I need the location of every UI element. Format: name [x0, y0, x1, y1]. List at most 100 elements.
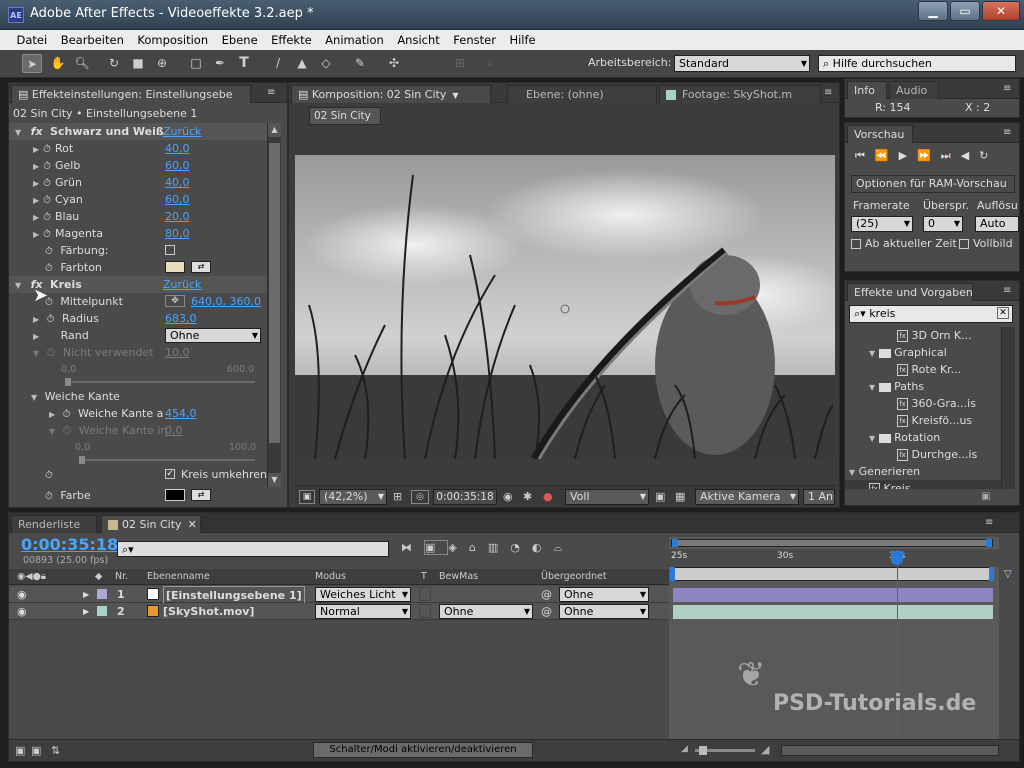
preserve-transparency-box[interactable]: [419, 604, 431, 618]
comp-marker-icon[interactable]: ▽: [1004, 569, 1012, 580]
eye-icon[interactable]: ◉: [17, 586, 27, 603]
tab-footage[interactable]: Footage: SkyShot.m: [659, 85, 821, 103]
stopwatch-icon[interactable]: ⏱: [45, 263, 53, 274]
show-snapshot-icon[interactable]: ✱: [523, 490, 532, 503]
stopwatch-icon[interactable]: ⏱: [63, 409, 71, 420]
stopwatch-icon[interactable]: ⏱: [45, 491, 53, 502]
stopwatch-icon[interactable]: ⏱: [45, 246, 53, 257]
stopwatch-icon[interactable]: ⏱: [45, 470, 53, 481]
transparency-grid-icon[interactable]: ▦: [675, 490, 685, 503]
fx-tree-item[interactable]: fx Kreis: [845, 480, 1001, 489]
tab-effekte-vorgaben[interactable]: Effekte und Vorgaben: [847, 283, 973, 301]
fx-tree-item[interactable]: fx 360-Gra...is: [845, 395, 1001, 412]
text-tool-icon[interactable]: T: [234, 54, 254, 73]
menu-fenster[interactable]: Fenster: [448, 30, 501, 50]
timeline-hscroll[interactable]: [781, 745, 999, 756]
preserve-transparency-box[interactable]: [419, 587, 431, 601]
resolution-select[interactable]: Voll ▼: [565, 489, 649, 505]
expand-triangle-icon[interactable]: ▼: [31, 393, 37, 402]
new-preset-icon[interactable]: ▣: [981, 491, 990, 502]
selection-tool-icon[interactable]: ➤: [22, 54, 42, 73]
stopwatch-icon[interactable]: ⏱: [43, 229, 51, 240]
fx-tree-item[interactable]: ▼ Generieren: [845, 463, 1001, 480]
panel-menu-icon[interactable]: ≡: [1003, 83, 1017, 95]
zoom-out-icon[interactable]: ◢: [681, 744, 688, 754]
menu-hilfe[interactable]: Hilfe: [504, 30, 540, 50]
views-select[interactable]: 1 Ans: [803, 489, 835, 505]
close-icon[interactable]: ✕: [188, 518, 197, 531]
stopwatch-icon[interactable]: ⏱: [43, 161, 51, 172]
stopwatch-icon[interactable]: ⏱: [43, 195, 51, 206]
nav-start-handle[interactable]: [670, 567, 675, 581]
fx-tree-item[interactable]: ▼ Paths: [845, 378, 1001, 395]
expand-triangle-icon[interactable]: ▼: [869, 349, 875, 358]
eraser-tool-icon[interactable]: ◇: [316, 54, 336, 73]
eyedropper-icon[interactable]: ⇄: [191, 489, 211, 501]
tab-layer[interactable]: Ebene: (ohne): [507, 85, 657, 103]
expand-triangle-icon[interactable]: ▼: [15, 281, 21, 290]
camera-select[interactable]: Aktive Kamera ▼: [695, 489, 799, 505]
expand-triangle-icon[interactable]: ▼: [33, 349, 39, 358]
layer-row[interactable]: ◉ ▶ 2 [SkyShot.mov] Normal ▼ Ohne ▼ @ Ohne ▼: [9, 603, 669, 620]
menu-bearbeiten[interactable]: Bearbeiten: [56, 30, 129, 50]
panel-menu-icon[interactable]: ≡: [1003, 285, 1017, 297]
panel-menu-icon[interactable]: ≡: [267, 87, 281, 99]
parent-select[interactable]: Ohne ▼: [559, 604, 649, 619]
menu-animation[interactable]: Animation: [320, 30, 389, 50]
mask-visibility-icon[interactable]: ◎: [411, 490, 429, 504]
tab-timeline-comp[interactable]: 02 Sin City ✕: [101, 515, 201, 533]
comp-viewer[interactable]: [295, 155, 845, 462]
expand-triangle-icon[interactable]: ▶: [33, 213, 39, 222]
zoom-select[interactable]: (42,2%) ▼: [319, 489, 387, 505]
scroll-down-icon[interactable]: ▼: [268, 473, 281, 487]
param-value[interactable]: 40,0: [165, 140, 190, 157]
expand-triangle-icon[interactable]: ▼: [869, 434, 875, 443]
current-time-display[interactable]: 0:00:35:18: [433, 489, 497, 505]
track-matte-select[interactable]: Ohne ▼: [439, 604, 533, 619]
expand-triangle-icon[interactable]: ▼: [49, 427, 55, 436]
stopwatch-icon[interactable]: ⏱: [43, 178, 51, 189]
zoom-tool-icon[interactable]: 🔍︎: [72, 54, 92, 73]
expand-triangle-icon[interactable]: ▶: [83, 586, 89, 603]
expand-triangle-icon[interactable]: ▼: [869, 383, 875, 392]
panel-menu-icon[interactable]: ≡: [985, 517, 999, 529]
nav-end-handle[interactable]: [989, 567, 994, 581]
blend-mode-select[interactable]: Weiches Licht ▼: [315, 587, 411, 602]
playhead-handle[interactable]: [891, 551, 903, 565]
prev-frame-icon[interactable]: ⏪: [875, 149, 899, 162]
fx-tree-item[interactable]: ▼ Rotation: [845, 429, 1001, 446]
expand-triangle-icon[interactable]: ▶: [33, 332, 39, 341]
timeline-zoom-slider[interactable]: [695, 746, 755, 755]
hand-tool-icon[interactable]: ✋: [48, 54, 68, 73]
fx-tree-item[interactable]: fx Durchge...is: [845, 446, 1001, 463]
switch-modes-button[interactable]: Schalter/Modi aktivieren/deaktivieren: [313, 742, 533, 758]
work-area-bar[interactable]: [671, 539, 993, 547]
workspace-select[interactable]: Standard ▼: [674, 55, 810, 72]
expand-triangle-icon[interactable]: ▶: [33, 145, 39, 154]
rectangle-tool-icon[interactable]: □: [186, 54, 206, 73]
minimize-button[interactable]: ▁: [918, 1, 948, 21]
safe-zones-icon[interactable]: ⊞: [393, 490, 402, 503]
reset-link[interactable]: Zurück: [163, 276, 201, 293]
menu-ansicht[interactable]: Ansicht: [392, 30, 444, 50]
scroll-thumb[interactable]: [269, 143, 280, 443]
menu-effekte[interactable]: Effekte: [266, 30, 317, 50]
ram-preview-options[interactable]: Optionen für RAM-Vorschau: [851, 175, 1015, 193]
time-ruler[interactable]: 25s 30s 35s: [669, 549, 999, 567]
crosshair-icon[interactable]: ✥: [165, 295, 185, 307]
last-frame-icon[interactable]: ⏭: [941, 149, 961, 162]
weiche-kante-group[interactable]: ▼ Weiche Kante: [9, 388, 120, 405]
fx-tree-item[interactable]: fx Kreisfö...us: [845, 412, 1001, 429]
always-preview-icon[interactable]: ▣: [299, 490, 315, 504]
eyedropper-icon[interactable]: ⇄: [191, 261, 211, 273]
channel-icon[interactable]: ●: [543, 490, 553, 503]
close-button[interactable]: ✕: [982, 1, 1020, 21]
snapshot-icon[interactable]: ◉: [503, 490, 513, 503]
param-value[interactable]: 60,0: [165, 191, 190, 208]
eye-icon[interactable]: ◉: [17, 603, 27, 620]
param-value[interactable]: 80,0: [165, 225, 190, 242]
auto-keyframe-icon[interactable]: ◐: [532, 541, 554, 554]
layer-row[interactable]: ◉ ▶ 1 [Einstellungsebene 1] Weiches Licht ▼ @ O…: [9, 586, 669, 605]
pan-behind-tool-icon[interactable]: ⊕: [152, 54, 172, 73]
fx-tree-item[interactable]: fx 3D Orn K...: [845, 327, 1001, 344]
